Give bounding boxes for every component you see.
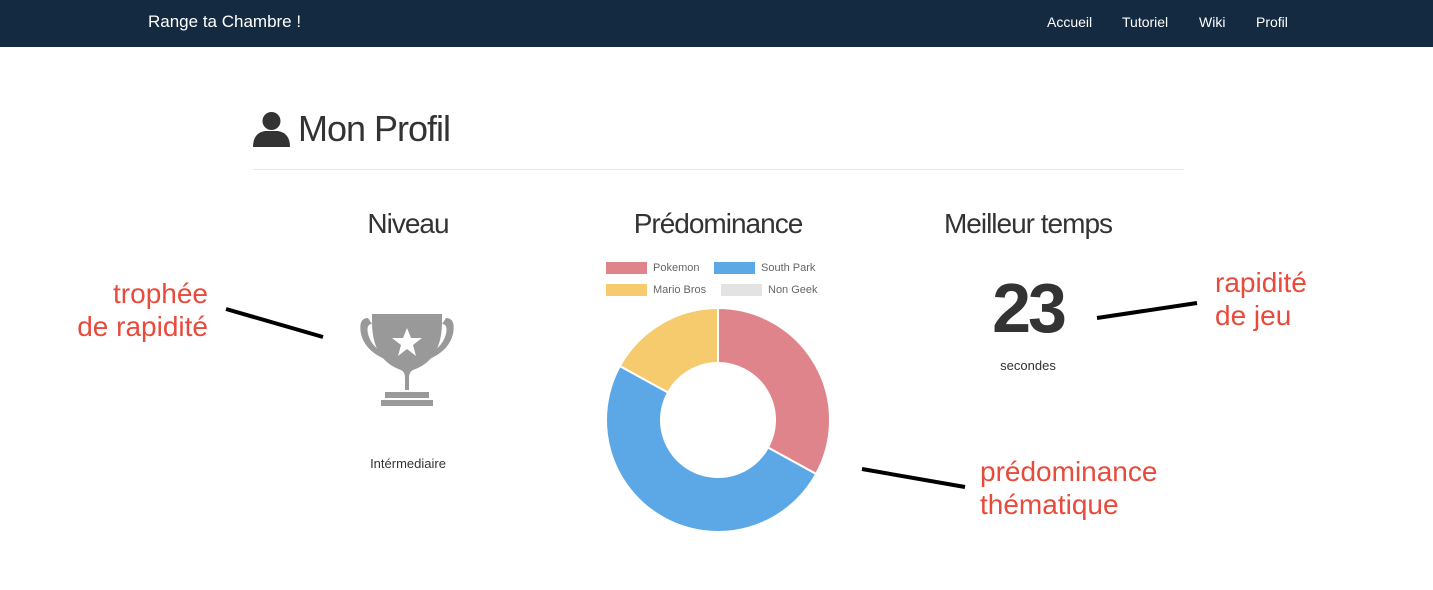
annotation-trophy: trophée de rapidité <box>77 278 208 342</box>
annotation-speed: rapidité de jeu <box>1215 267 1307 331</box>
annotation-theme: prédominance thématique <box>980 456 1158 520</box>
